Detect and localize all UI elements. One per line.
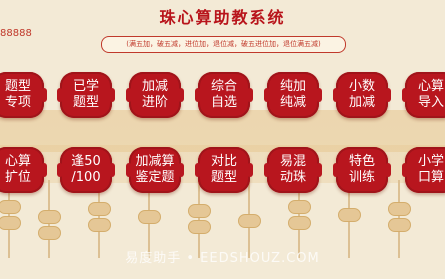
formula-tags: (满五加，破五减，进位加，退位减，破五进位加，退位满五减) — [101, 36, 346, 53]
btn-compare-topics[interactable]: 对比 题型 — [195, 147, 253, 193]
btn-confusing-beads[interactable]: 易混 动珠 — [264, 147, 322, 193]
btn-combined-custom[interactable]: 综合 自选 — [195, 72, 253, 118]
btn-decimal-add-sub[interactable]: 小数 加减 — [333, 72, 391, 118]
btn-mental-intro[interactable]: 心算 导入 — [402, 72, 445, 118]
btn-mental-expand[interactable]: 心算 扩位 — [0, 147, 47, 193]
btn-primary-oral-calc[interactable]: 小学 口算 — [402, 147, 445, 193]
btn-topic-special[interactable]: 题型 专项 — [0, 72, 47, 118]
btn-special-training[interactable]: 特色 训练 — [333, 147, 391, 193]
btn-every-50-100[interactable]: 逢50 /100 — [57, 147, 115, 193]
app-title: 珠心算助教系统 — [159, 8, 286, 27]
phone-number: 88888 — [0, 28, 32, 39]
watermark: 易度助手 • EEDSHOUZ.COM — [125, 251, 320, 266]
btn-learned-topics[interactable]: 已学 题型 — [57, 72, 115, 118]
btn-add-sub-advanced[interactable]: 加减 进阶 — [126, 72, 184, 118]
btn-add-sub-assessment[interactable]: 加减算 鉴定题 — [126, 147, 184, 193]
btn-pure-add-sub[interactable]: 纯加 纯减 — [264, 72, 322, 118]
